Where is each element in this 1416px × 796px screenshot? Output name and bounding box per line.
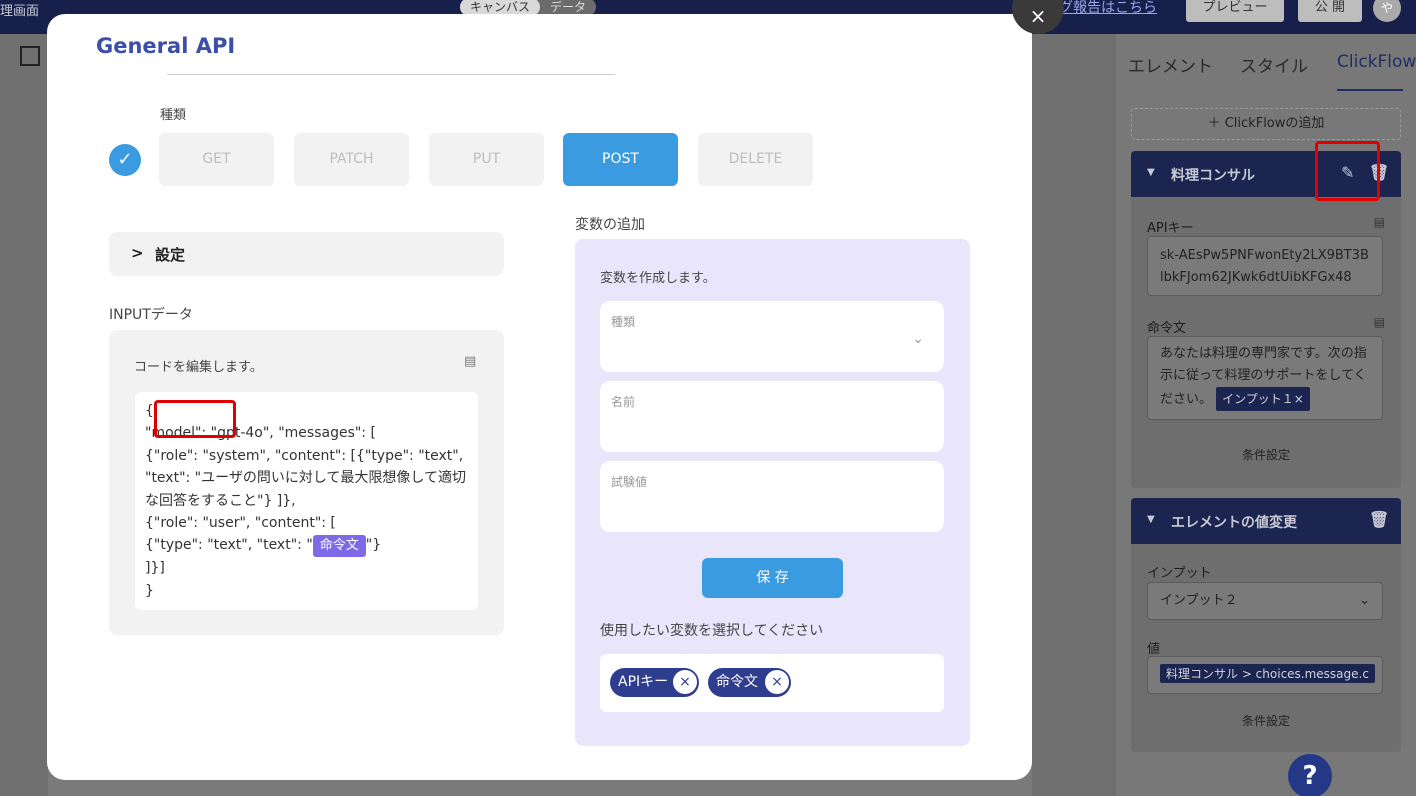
value-label: 値 — [1147, 642, 1161, 657]
clickflow-card-element-change: ▼ エレメントの値変更 🗑 インプット インプット２ ⌄ 値 料理コンサル > … — [1131, 498, 1401, 752]
canvas-area — [1032, 34, 1116, 796]
avatar[interactable]: や — [1373, 0, 1401, 22]
condition-settings-link[interactable]: 条件設定 — [1131, 446, 1401, 463]
clickflow-card-consult: ▼ 料理コンサル ✎ 🗑 APIキー ▤ sk-AEsPw5PNFwonEty2… — [1131, 151, 1401, 488]
tab-element[interactable]: エレメント — [1128, 52, 1213, 77]
active-tab-indicator — [1337, 89, 1403, 91]
chevron-down-icon: ⌄ — [912, 331, 924, 347]
prompt-field[interactable]: あなたは料理の専門家です。次の指示に従って料理のサポートをしてください。 インプ… — [1147, 336, 1383, 420]
method-delete-button[interactable]: DELETE — [698, 133, 813, 186]
help-button[interactable]: ? — [1288, 754, 1332, 796]
value-select[interactable]: 料理コンサル > choices.message.c — [1147, 656, 1383, 694]
chevron-right-icon: > — [131, 244, 144, 262]
right-panel-tabs: エレメント スタイル ClickFlow — [1116, 34, 1416, 92]
preview-button[interactable]: プレビュー — [1186, 0, 1284, 22]
variable-panel: 変数を作成します。 種類 ⌄ 名前 試験値 保 存 使用したい変数を選択してくだ… — [575, 239, 970, 746]
general-api-modal: General API 種類 ✓ GET PATCH PUT POST DELE… — [47, 14, 1032, 780]
square-tool-icon[interactable] — [20, 46, 40, 66]
input-select[interactable]: インプット２ ⌄ — [1147, 582, 1383, 620]
left-toolbar — [0, 34, 48, 796]
card-title: エレメントの値変更 — [1171, 515, 1297, 531]
prompt-label: 命令文 — [1147, 321, 1187, 336]
variable-test-value-input[interactable]: 試験値 — [600, 461, 944, 532]
collapse-icon[interactable]: ▼ — [1147, 514, 1155, 525]
trash-icon[interactable]: 🗑 — [1369, 510, 1389, 529]
database-add-icon[interactable]: ▤ — [1374, 315, 1385, 329]
close-icon[interactable]: × — [765, 670, 789, 694]
collapse-icon[interactable]: ▼ — [1147, 167, 1155, 178]
value-chip[interactable]: 料理コンサル > choices.message.c — [1160, 664, 1375, 683]
plus-icon: ＋ — [1207, 116, 1225, 131]
publish-button[interactable]: 公 開 — [1298, 0, 1362, 22]
chevron-down-icon: ⌄ — [1359, 593, 1370, 608]
variable-chip[interactable]: 命令文 — [312, 535, 366, 558]
database-add-icon[interactable]: ▤ — [1374, 215, 1385, 229]
condition-settings-link[interactable]: 条件設定 — [1131, 712, 1401, 729]
api-key-field[interactable]: sk-AEsPw5PNFwonEty2LX9BT3BlbkFJom62JKwk6… — [1147, 236, 1383, 296]
database-add-icon[interactable]: ▤ — [464, 354, 476, 369]
input-data-label: INPUTデータ — [109, 307, 193, 323]
tab-clickflow[interactable]: ClickFlow — [1337, 52, 1416, 72]
admin-label: 理画面 — [0, 4, 40, 19]
variable-type-select[interactable]: 種類 ⌄ — [600, 301, 944, 372]
modal-title: General API — [96, 34, 236, 58]
edit-code-label: コードを編集します。 — [134, 360, 263, 375]
method-patch-button[interactable]: PATCH — [294, 133, 409, 186]
highlight-box-edit — [1315, 141, 1380, 201]
variable-name-input[interactable]: 名前 — [600, 381, 944, 452]
api-key-label: APIキー — [1147, 221, 1194, 236]
select-variable-label: 使用したい変数を選択してください — [600, 623, 824, 639]
tab-style[interactable]: スタイル — [1240, 52, 1308, 77]
method-get-button[interactable]: GET — [159, 133, 274, 186]
selected-variables: APIキー × 命令文 × — [600, 654, 944, 712]
input-chip[interactable]: インプット１× — [1216, 387, 1310, 411]
card-header[interactable]: ▼ エレメントの値変更 🗑 — [1131, 498, 1401, 544]
variable-chip-api-key[interactable]: APIキー × — [610, 668, 699, 697]
variable-chip-prompt[interactable]: 命令文 × — [708, 668, 791, 697]
highlight-box-model — [154, 400, 236, 438]
variable-description: 変数を作成します。 — [600, 271, 716, 286]
divider — [167, 74, 615, 75]
card-title: 料理コンサル — [1171, 168, 1255, 184]
input-label: インプット — [1147, 566, 1212, 581]
method-post-button[interactable]: POST — [563, 133, 678, 186]
add-clickflow-button[interactable]: ＋ ClickFlowの追加 — [1131, 108, 1401, 140]
method-type-label: 種類 — [160, 108, 187, 123]
check-icon: ✓ — [109, 144, 141, 176]
save-button[interactable]: 保 存 — [702, 558, 843, 598]
close-icon[interactable]: × — [673, 670, 697, 694]
add-variable-label: 変数の追加 — [575, 217, 645, 233]
method-put-button[interactable]: PUT — [429, 133, 544, 186]
input-data-panel: コードを編集します。 ▤ { "model": "gpt-4o", "messa… — [109, 330, 504, 635]
settings-accordion[interactable]: > 設定 — [109, 232, 504, 276]
